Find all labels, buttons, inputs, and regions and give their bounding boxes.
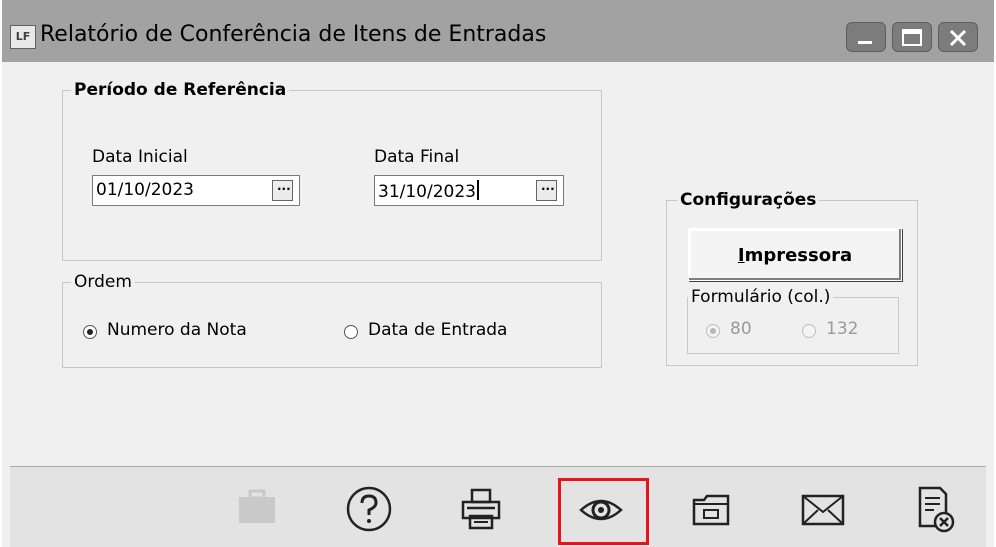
data-final-picker-button[interactable]: ··· xyxy=(536,180,557,201)
maximize-icon xyxy=(902,29,922,46)
formulario-132-label[interactable]: 132 xyxy=(826,319,858,339)
briefcase-icon xyxy=(239,489,275,523)
data-final-value[interactable]: 31/10/2023 xyxy=(378,180,479,202)
close-report-button[interactable] xyxy=(898,472,968,542)
maximize-button[interactable] xyxy=(892,22,932,52)
ordem-groupbox: Ordem Numero da Nota Data de Entrada xyxy=(62,271,602,368)
impressora-button[interactable]: Impressora xyxy=(688,228,902,281)
data-inicial-value[interactable]: 01/10/2023 xyxy=(96,180,194,200)
radio-numero-da-nota[interactable] xyxy=(83,325,97,339)
periodo-legend: Período de Referência xyxy=(71,79,290,101)
briefcase-button[interactable] xyxy=(222,472,292,542)
folder-icon xyxy=(692,494,730,526)
ellipsis-icon: ··· xyxy=(277,182,291,196)
minimize-icon xyxy=(858,41,872,44)
minimize-button[interactable] xyxy=(846,22,886,52)
preview-highlight-box xyxy=(558,478,649,545)
ellipsis-icon: ··· xyxy=(541,182,555,196)
ordem-legend: Ordem xyxy=(71,271,135,293)
help-button[interactable] xyxy=(334,472,404,542)
text-caret xyxy=(476,180,479,200)
bottom-toolbar xyxy=(10,467,986,547)
data-de-entrada-label[interactable]: Data de Entrada xyxy=(368,320,507,340)
email-icon xyxy=(801,494,845,526)
report-window: LF Relatório de Conferência de Itens de … xyxy=(2,0,994,547)
export-folder-button[interactable] xyxy=(676,472,746,542)
help-icon xyxy=(346,486,392,532)
configuracoes-legend: Configurações xyxy=(677,189,820,211)
formulario-80-label[interactable]: 80 xyxy=(730,319,752,339)
window-title: Relatório de Conferência de Itens de Ent… xyxy=(40,22,547,47)
formulario-groupbox: Formulário (col.) 80 132 xyxy=(687,286,899,354)
formulario-legend: Formulário (col.) xyxy=(688,286,834,308)
data-final-label: Data Final xyxy=(374,147,460,167)
data-final-field[interactable]: 31/10/2023 ··· xyxy=(374,175,564,206)
periodo-groupbox: Período de Referência Data Inicial 01/10… xyxy=(62,79,602,261)
print-button[interactable] xyxy=(446,472,516,542)
data-inicial-picker-button[interactable]: ··· xyxy=(272,180,293,201)
radio-formulario-80[interactable] xyxy=(706,324,720,338)
numero-da-nota-label[interactable]: Numero da Nota xyxy=(107,320,247,340)
close-button[interactable] xyxy=(938,22,978,52)
app-icon: LF xyxy=(10,25,36,49)
data-inicial-label: Data Inicial xyxy=(92,147,188,167)
configuracoes-groupbox: Configurações Formulário (col.) 80 132 xyxy=(666,189,918,366)
data-inicial-field[interactable]: 01/10/2023 ··· xyxy=(92,175,300,206)
radio-data-de-entrada[interactable] xyxy=(344,325,358,339)
print-icon xyxy=(461,488,501,530)
close-icon xyxy=(949,29,967,47)
radio-formulario-132[interactable] xyxy=(802,324,816,338)
email-button[interactable] xyxy=(788,472,858,542)
close-report-icon xyxy=(918,486,955,533)
window-client: Período de Referência Data Inicial 01/10… xyxy=(10,62,986,466)
title-bar[interactable]: LF Relatório de Conferência de Itens de … xyxy=(2,0,994,62)
